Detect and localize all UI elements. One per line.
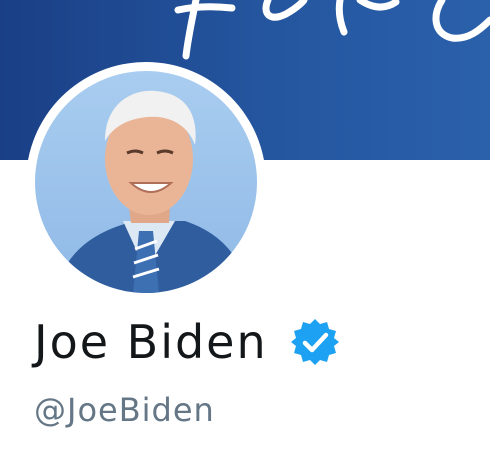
display-name: Joe Biden bbox=[34, 315, 268, 369]
name-row: Joe Biden bbox=[34, 312, 340, 372]
profile-header: Joe Biden @JoeBiden bbox=[0, 0, 490, 472]
verified-badge-icon bbox=[290, 317, 340, 367]
avatar-portrait bbox=[35, 71, 257, 293]
profile-handle[interactable]: @JoeBiden bbox=[34, 390, 215, 430]
avatar[interactable] bbox=[35, 71, 257, 293]
